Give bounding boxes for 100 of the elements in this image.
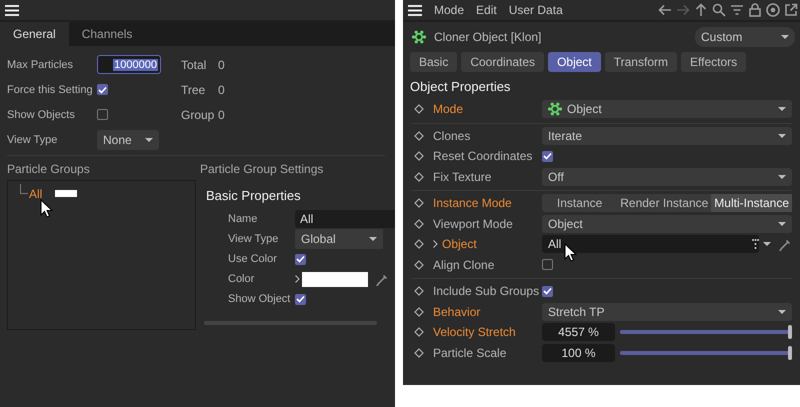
property-label: Particle Scale <box>433 346 506 360</box>
keyframe-icon[interactable] <box>414 198 424 208</box>
tab[interactable]: Coordinates <box>461 52 544 72</box>
tree-line <box>20 184 28 194</box>
dropdown[interactable]: Iterate <box>542 126 792 145</box>
slider-thumb[interactable] <box>788 325 792 340</box>
search-icon[interactable] <box>712 3 726 17</box>
keyframe-icon[interactable] <box>414 130 424 141</box>
up-arrow-icon[interactable] <box>694 3 708 17</box>
keyframe-icon[interactable] <box>414 306 424 317</box>
number-field[interactable]: 4557 % <box>542 323 615 342</box>
checkbox[interactable] <box>542 259 553 270</box>
stat-label: Group <box>181 108 216 122</box>
stat-value: 0 <box>218 58 225 72</box>
dropdown[interactable]: Custom <box>695 27 795 47</box>
caret-icon <box>778 107 786 112</box>
eyedropper-icon[interactable] <box>779 238 792 251</box>
input-field[interactable]: All <box>295 210 395 228</box>
property-label: Align Clone <box>433 258 494 272</box>
property-label: View Type <box>228 233 280 245</box>
keyframe-icon[interactable] <box>414 104 424 114</box>
stat-label: Total <box>181 58 208 72</box>
eyedropper-icon[interactable] <box>376 272 389 286</box>
checkbox[interactable] <box>97 84 108 95</box>
cursor-icon <box>40 199 53 219</box>
section-heading: Object Properties <box>410 79 512 94</box>
target-icon[interactable] <box>766 3 780 17</box>
keyframe-icon[interactable] <box>414 348 424 358</box>
filter-icon[interactable] <box>730 3 744 17</box>
keyframe-icon[interactable] <box>414 239 424 250</box>
property-label: Include Sub Groups <box>433 284 540 298</box>
property-label: Fix Texture <box>433 170 492 184</box>
menu-icon[interactable] <box>408 4 422 16</box>
caret-icon <box>369 237 377 241</box>
property-label: Mode <box>433 102 464 116</box>
caret-icon <box>778 222 786 226</box>
dropdown[interactable]: Object <box>542 214 792 233</box>
property-label: Use Color <box>228 253 278 265</box>
keyframe-icon[interactable] <box>414 286 424 296</box>
tab[interactable]: General <box>0 22 69 46</box>
dropdown[interactable]: Object <box>542 100 792 118</box>
tab[interactable]: Object <box>548 52 601 72</box>
menu-icon[interactable] <box>5 4 19 16</box>
number-field[interactable]: 100 % <box>542 344 615 362</box>
cloner-icon <box>412 30 426 44</box>
checkbox[interactable] <box>295 294 306 304</box>
external-window-icon[interactable] <box>784 3 798 17</box>
section-title: Particle Groups <box>7 162 91 178</box>
chevron-icon[interactable] <box>433 240 438 248</box>
keyframe-icon[interactable] <box>414 327 424 338</box>
checkbox[interactable] <box>542 150 553 162</box>
slider-thumb[interactable] <box>788 346 792 360</box>
property-label: Velocity Stretch <box>433 325 516 340</box>
chevron-icon <box>295 275 300 283</box>
segment-button[interactable]: Multi-Instance <box>711 194 792 212</box>
keyframe-icon[interactable] <box>414 260 424 270</box>
tab[interactable]: Effectors <box>680 52 746 72</box>
property-label: Clones <box>433 128 470 143</box>
segment-button[interactable]: Render Instance <box>617 194 712 212</box>
lock-icon[interactable] <box>748 3 762 17</box>
keyframe-icon[interactable] <box>414 172 424 182</box>
cursor-icon <box>564 243 577 264</box>
tab[interactable]: Basic <box>410 52 458 72</box>
property-label: Instance Mode <box>433 196 512 210</box>
keyframe-icon[interactable] <box>414 151 424 162</box>
link-field[interactable]: All <box>542 235 759 254</box>
property-label: Object <box>442 237 477 252</box>
checkbox[interactable] <box>97 109 108 120</box>
property-label: Reset Coordinates <box>433 149 532 164</box>
setting-label: Force this Setting <box>7 84 94 96</box>
caret-icon <box>778 174 786 179</box>
property-label: Viewport Mode <box>433 216 513 231</box>
dropdown[interactable]: Stretch TP <box>542 302 792 321</box>
tab[interactable]: Channels <box>68 22 146 46</box>
checkbox[interactable] <box>295 254 306 264</box>
keyframe-icon[interactable] <box>414 218 424 229</box>
setting-label: Show Objects <box>7 108 76 120</box>
property-label: Color <box>228 273 256 285</box>
menu-item[interactable]: Edit <box>476 3 497 17</box>
dropdown[interactable]: None <box>97 130 159 150</box>
menu-item[interactable]: User Data <box>508 3 563 17</box>
stat-value: 0 <box>218 82 225 96</box>
caret-icon <box>778 310 786 314</box>
caret-icon[interactable] <box>763 242 771 246</box>
checkbox[interactable] <box>542 286 553 297</box>
input-field[interactable]: 1000000 <box>97 55 161 74</box>
color-swatch[interactable] <box>302 272 368 286</box>
object-title: Cloner Object [Klon] <box>434 30 542 44</box>
tree-item[interactable]: All <box>29 187 42 201</box>
setting-label: Max Particles <box>7 58 74 70</box>
property-label: Behavior <box>433 304 480 319</box>
back-arrow-icon[interactable] <box>658 3 672 17</box>
menu-item[interactable]: Mode <box>434 3 464 17</box>
segment-button[interactable]: Instance <box>542 194 618 212</box>
dots-icon <box>752 239 759 250</box>
tab[interactable]: Transform <box>604 52 677 72</box>
property-label: Show Object <box>228 293 292 305</box>
property-label: Name <box>228 213 258 225</box>
dropdown[interactable]: Global <box>295 229 383 249</box>
dropdown[interactable]: Off <box>542 168 792 186</box>
